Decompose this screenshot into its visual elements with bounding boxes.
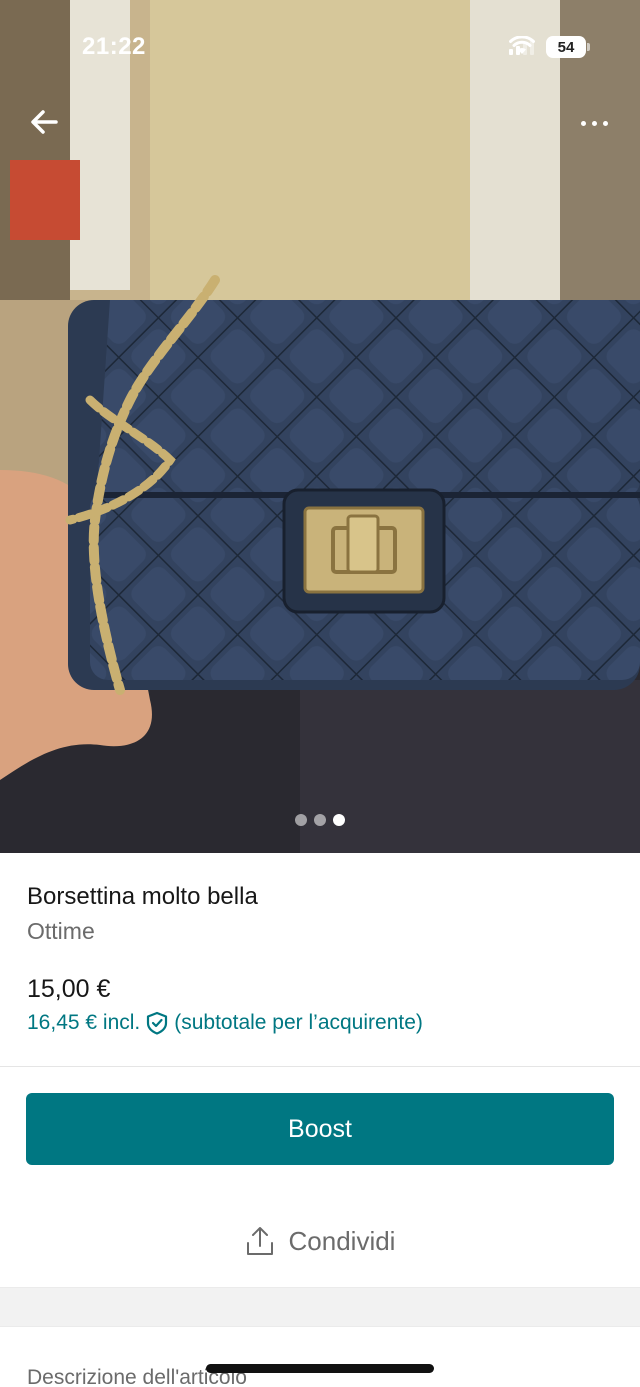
item-title: Borsettina molto bella (27, 883, 258, 910)
share-icon (246, 1227, 273, 1255)
more-options-button[interactable] (574, 108, 614, 138)
back-arrow-icon (31, 110, 58, 134)
item-summary: Borsettina molto bella Ottime (27, 880, 617, 948)
more-horizontal-icon (580, 120, 586, 126)
carousel-dot[interactable] (314, 814, 326, 826)
share-button[interactable]: Condividi (0, 1218, 640, 1264)
status-time: 21:22 (82, 33, 146, 60)
item-condition: Ottime (27, 918, 95, 944)
handbag-photo-image (0, 0, 640, 853)
status-indicators: 54 (509, 36, 590, 58)
home-indicator[interactable] (206, 1364, 434, 1373)
section-separator (0, 1287, 640, 1327)
buyer-price-note: (subtotale per l’acquirente) (174, 1011, 423, 1034)
item-photo[interactable]: 21:22 54 (0, 0, 640, 853)
buyer-price-amount: 16,45 € incl. (27, 1011, 141, 1034)
buyer-price-link[interactable]: 16,45 € incl. (subtotale per l’acquirent… (27, 1011, 423, 1035)
share-label: Condividi (288, 1225, 396, 1256)
item-price: 15,00 € (27, 975, 111, 1003)
boost-button[interactable]: Boost (26, 1093, 614, 1165)
shield-check-icon (147, 1011, 168, 1035)
wifi-icon (509, 36, 535, 54)
battery-level: 54 (557, 38, 575, 56)
carousel-dot-active[interactable] (333, 814, 345, 826)
battery-icon: 54 (546, 36, 590, 58)
divider (0, 1066, 640, 1067)
back-button[interactable] (26, 102, 66, 142)
carousel-indicator (0, 814, 640, 826)
carousel-dot[interactable] (295, 814, 307, 826)
